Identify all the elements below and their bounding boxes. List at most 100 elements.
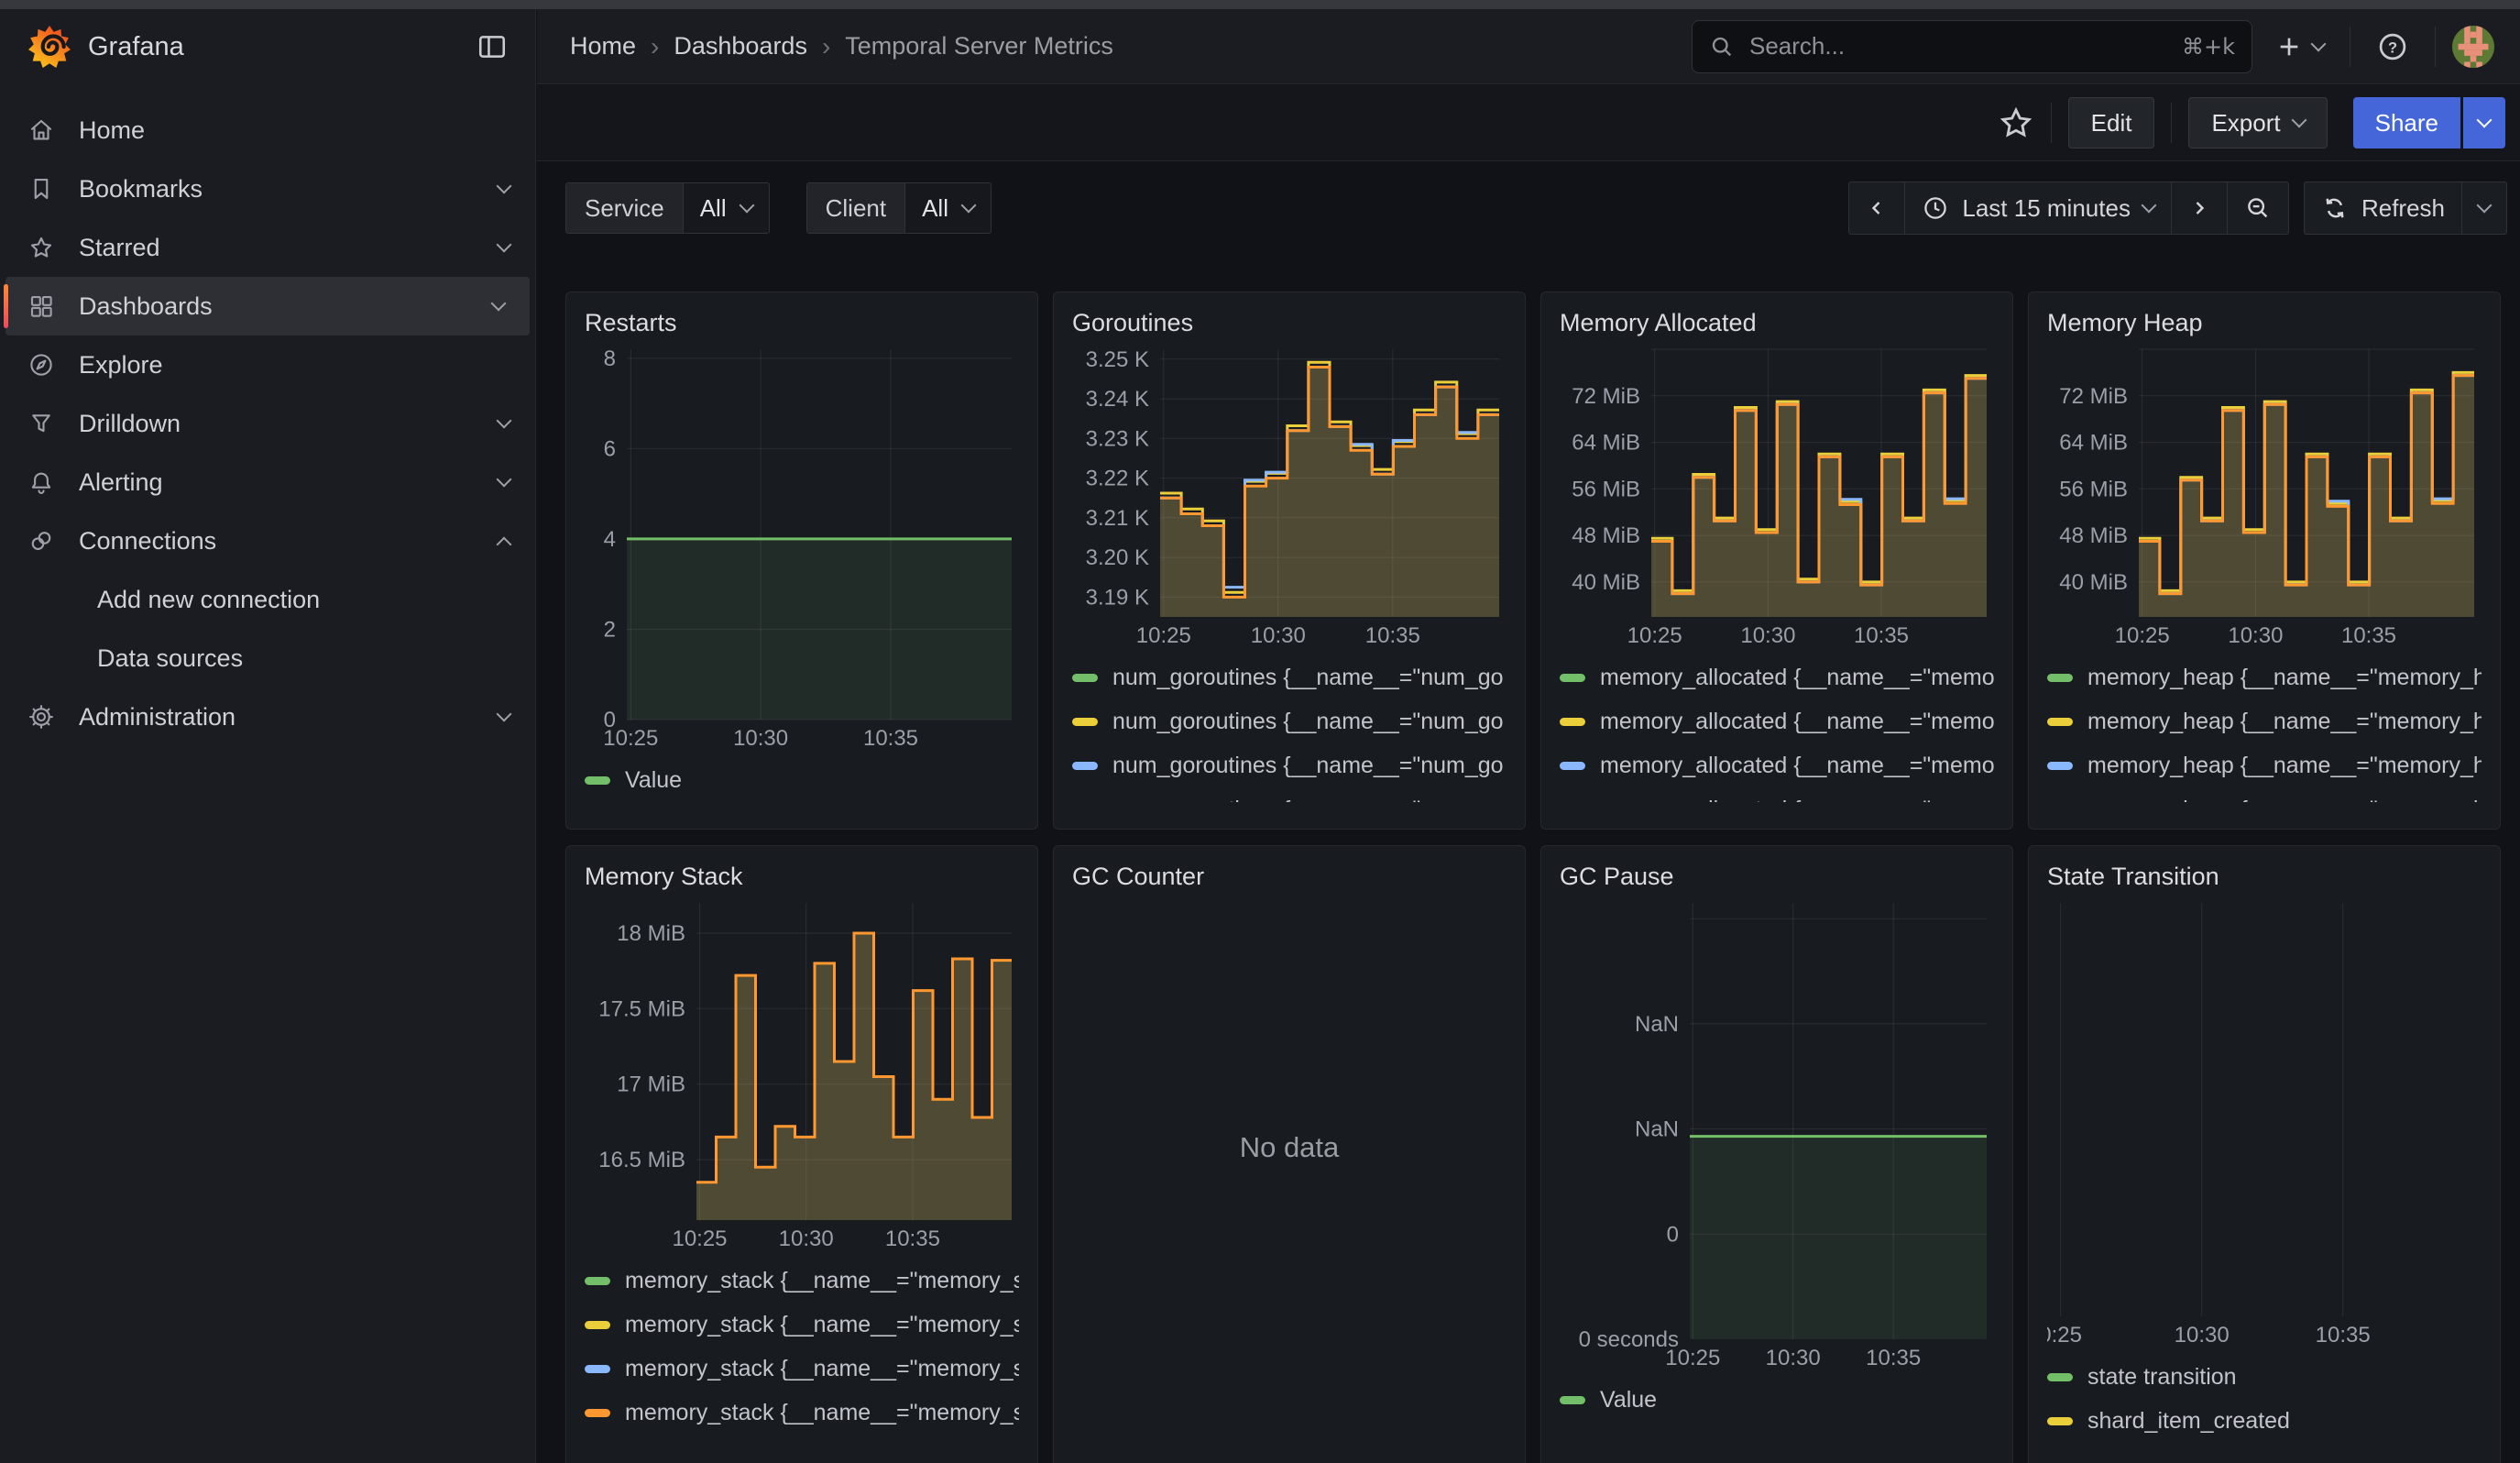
svg-text:10:25: 10:25 xyxy=(603,726,658,751)
legend-item[interactable]: memory_allocated {__name__="memo xyxy=(1560,743,1994,787)
legend-series-marker xyxy=(1072,674,1098,682)
top-header: Home › Dashboards › Temporal Server Metr… xyxy=(537,9,2520,84)
legend-series-label: memory_allocated {__name__="memo xyxy=(1600,665,1994,691)
legend-item[interactable]: memory_heap {__name__="memory_h xyxy=(2047,743,2482,787)
sidebar-item-home[interactable]: Home xyxy=(0,101,535,160)
share-dropdown-button[interactable] xyxy=(2463,97,2505,148)
svg-text:10:35: 10:35 xyxy=(863,726,918,751)
chevron-down-icon[interactable] xyxy=(497,413,512,429)
legend-item[interactable]: num_goroutines {__name__="num_go xyxy=(1072,655,1507,699)
timeseries-plot[interactable]: 8642010:2510:3010:35 xyxy=(585,342,1019,753)
panel-gc-pause: GC PauseNaNNaN00 seconds10:2510:3010:35 V… xyxy=(1540,845,2013,1463)
panel-memory-heap: Memory Heap72 MiB64 MiB56 MiB48 MiB40 Mi… xyxy=(2028,292,2501,830)
sidebar-item-explore[interactable]: Explore xyxy=(0,336,535,394)
panel-title[interactable]: GC Pause xyxy=(1560,857,1994,896)
time-shift-back-button[interactable] xyxy=(1848,182,1905,235)
no-data-message: No data xyxy=(1072,896,1507,1463)
sidebar-item-label: Data sources xyxy=(97,644,243,673)
sidebar-item-connections[interactable]: Connections xyxy=(0,512,535,570)
refresh-label: Refresh xyxy=(2361,194,2445,223)
chevron-down-icon[interactable] xyxy=(497,237,512,253)
legend-item[interactable]: memory_heap {__name__="memory_h xyxy=(2047,699,2482,743)
share-button[interactable]: Share xyxy=(2353,97,2460,148)
legend-item[interactable]: num_goroutines {__name__="num_go xyxy=(1072,743,1507,787)
favorite-star-icon[interactable] xyxy=(1998,104,2034,141)
refresh-interval-dropdown[interactable] xyxy=(2461,182,2507,235)
user-avatar[interactable] xyxy=(2452,26,2494,68)
legend-item[interactable]: state transition xyxy=(2047,1355,2482,1399)
timeseries-plot[interactable]: 72 MiB64 MiB56 MiB48 MiB40 MiB10:2510:30… xyxy=(2047,342,2482,650)
legend-series-label: memory_heap {__name__="memory_h xyxy=(2087,709,2482,735)
time-range-label: Last 15 minutes xyxy=(1962,194,2131,223)
chevron-down-icon[interactable] xyxy=(497,472,512,488)
sidebar-item-alerting[interactable]: Alerting xyxy=(0,453,535,512)
panel-title[interactable]: Goroutines xyxy=(1072,303,1507,342)
legend-item[interactable]: memory_heap {__name__="memory_h xyxy=(2047,655,2482,699)
legend-series-label: memory_heap {__name__="memory_h xyxy=(2087,753,2482,779)
legend-series-label: memory_allocated {__name__="memo xyxy=(1600,797,1994,803)
zoom-out-button[interactable] xyxy=(2227,182,2289,235)
search-box[interactable]: ⌘+k xyxy=(1692,20,2252,73)
timeseries-plot[interactable]: 72 MiB64 MiB56 MiB48 MiB40 MiB10:2510:30… xyxy=(1560,342,1994,650)
breadcrumb-home[interactable]: Home xyxy=(570,32,636,60)
panel-title[interactable]: Memory Allocated xyxy=(1560,303,1994,342)
legend-item[interactable]: num_goroutines {__name__="num_go xyxy=(1072,699,1507,743)
panel-title[interactable]: GC Counter xyxy=(1072,857,1507,896)
time-range-picker[interactable]: Last 15 minutes xyxy=(1904,182,2172,235)
timeseries-plot[interactable]: 3.25 K3.24 K3.23 K3.22 K3.21 K3.20 K3.19… xyxy=(1072,342,1507,650)
legend-item[interactable]: memory_stack {__name__="memory_s xyxy=(585,1391,1019,1435)
legend-item[interactable]: memory_stack {__name__="memory_s xyxy=(585,1347,1019,1391)
chevron-down-icon[interactable] xyxy=(497,179,512,194)
legend-item[interactable]: memory_allocated {__name__="memo xyxy=(1560,699,1994,743)
export-button[interactable]: Export xyxy=(2188,97,2327,148)
svg-text:18 MiB: 18 MiB xyxy=(617,921,685,946)
service-variable-value[interactable]: All xyxy=(683,183,769,233)
svg-text:56 MiB: 56 MiB xyxy=(1572,477,1640,501)
search-icon xyxy=(1709,34,1735,60)
svg-text:3.19 K: 3.19 K xyxy=(1086,585,1149,610)
legend-item[interactable]: Value xyxy=(1560,1378,1994,1422)
panel-legend: state transitionshard_item_created xyxy=(2047,1355,2482,1443)
timeseries-plot[interactable]: 0:2510:3010:35 xyxy=(2047,896,2482,1349)
panel-title[interactable]: Memory Heap xyxy=(2047,303,2482,342)
timeseries-plot[interactable]: NaNNaN00 seconds10:2510:3010:35 xyxy=(1560,896,1994,1372)
chevron-up-icon[interactable] xyxy=(497,537,512,553)
edit-button[interactable]: Edit xyxy=(2068,97,2155,148)
refresh-button[interactable]: Refresh xyxy=(2304,182,2462,235)
help-button[interactable]: ? xyxy=(2376,30,2409,63)
add-new-button[interactable] xyxy=(2274,32,2324,61)
legend-item[interactable]: memory_allocated {__name__="memo xyxy=(1560,655,1994,699)
sidebar-item-bookmarks[interactable]: Bookmarks xyxy=(0,160,535,218)
legend-item[interactable]: Value xyxy=(585,758,1019,802)
breadcrumb-dashboards[interactable]: Dashboards xyxy=(674,32,807,60)
sidebar-item-drilldown[interactable]: Drilldown xyxy=(0,394,535,453)
svg-text:3.20 K: 3.20 K xyxy=(1086,545,1149,570)
panel-title[interactable]: Memory Stack xyxy=(585,857,1019,896)
sidebar-item-dashboards[interactable]: Dashboards xyxy=(5,277,530,336)
legend-item[interactable]: memory_stack {__name__="memory_s xyxy=(585,1259,1019,1303)
search-input[interactable] xyxy=(1748,31,2169,61)
timeseries-plot[interactable]: 18 MiB17.5 MiB17 MiB16.5 MiB10:2510:3010… xyxy=(585,896,1019,1253)
svg-text:3.24 K: 3.24 K xyxy=(1086,387,1149,412)
service-value-text: All xyxy=(700,194,727,223)
sidebar-item-starred[interactable]: Starred xyxy=(0,218,535,277)
client-variable-label: Client xyxy=(807,183,904,233)
time-shift-forward-button[interactable] xyxy=(2171,182,2228,235)
chevron-down-icon xyxy=(961,198,977,214)
sidebar-item-add-new-connection[interactable]: Add new connection xyxy=(0,570,535,629)
sidebar-item-data-sources[interactable]: Data sources xyxy=(0,629,535,688)
breadcrumb-separator: › xyxy=(822,32,830,61)
client-variable-value[interactable]: All xyxy=(904,183,991,233)
legend-item[interactable]: num_goroutines {__name__="num_go xyxy=(1072,787,1507,802)
dock-menu-icon[interactable] xyxy=(477,31,508,62)
panel-restarts: Restarts8642010:2510:3010:35 Value xyxy=(565,292,1038,830)
panel-title[interactable]: Restarts xyxy=(585,303,1019,342)
legend-item[interactable]: shard_item_created xyxy=(2047,1399,2482,1443)
legend-item[interactable]: memory_heap {__name__="memory_h xyxy=(2047,787,2482,802)
legend-item[interactable]: memory_stack {__name__="memory_s xyxy=(585,1303,1019,1347)
panel-title[interactable]: State Transition xyxy=(2047,857,2482,896)
chevron-down-icon[interactable] xyxy=(491,296,507,312)
legend-item[interactable]: memory_allocated {__name__="memo xyxy=(1560,787,1994,802)
chevron-down-icon[interactable] xyxy=(497,707,512,722)
sidebar-item-administration[interactable]: Administration xyxy=(0,688,535,746)
